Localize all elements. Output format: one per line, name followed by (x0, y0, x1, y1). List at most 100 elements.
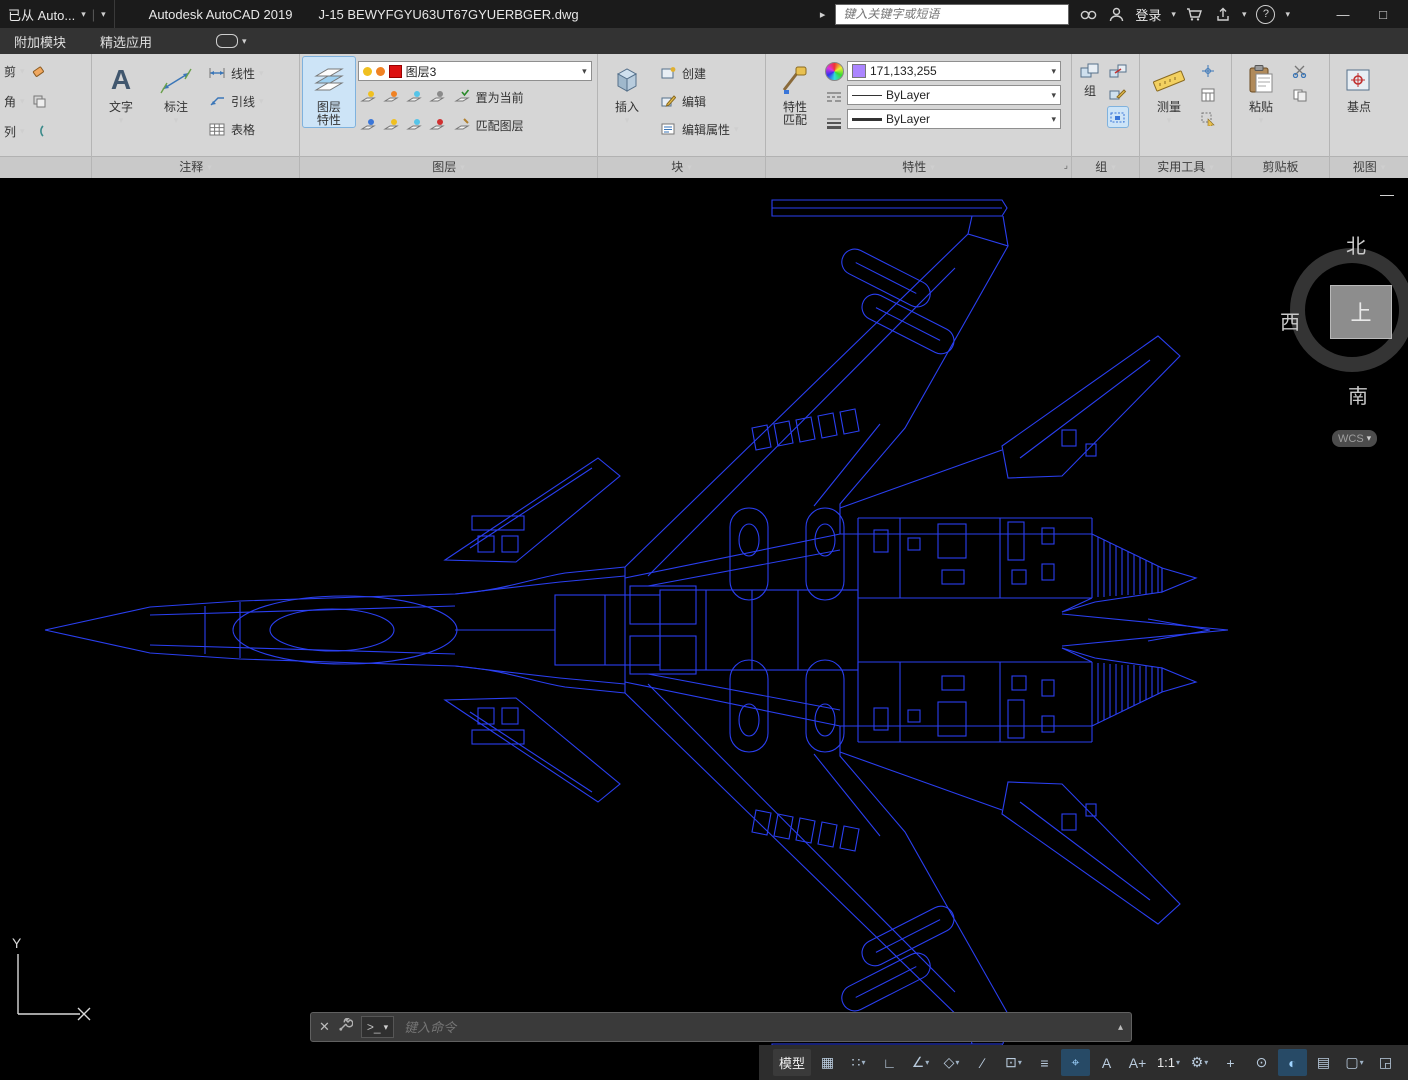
annotation-visibility-icon[interactable]: A (1092, 1049, 1121, 1076)
isodraft-icon[interactable]: ◇ ▾ (937, 1049, 966, 1076)
table-button[interactable]: 表格 (205, 117, 266, 141)
search-binoculars-icon[interactable] (1079, 5, 1097, 23)
leader-button[interactable]: 引线 ▾ (205, 89, 266, 113)
search-input[interactable] (841, 6, 1064, 22)
app-store-cart-icon[interactable] (1186, 5, 1204, 23)
panel-caption-clipboard[interactable]: 剪贴板 (1232, 156, 1329, 178)
lineweight-display-icon[interactable]: ≡ (1030, 1049, 1059, 1076)
layer-unlock-icon[interactable] (427, 115, 447, 135)
layer-thaw-all-icon[interactable] (404, 115, 424, 135)
login-button[interactable]: 登录 (1135, 5, 1161, 24)
share-caret-icon[interactable]: ▾ (1242, 9, 1247, 20)
viewcube-south-label[interactable]: 南 (1348, 380, 1368, 409)
minimize-button[interactable]: — (1328, 7, 1358, 22)
share-icon[interactable] (1214, 5, 1232, 23)
selection-cycling-icon[interactable]: ⌖ (1061, 1049, 1090, 1076)
object-snap-icon[interactable]: ⊡ ▾ (999, 1049, 1028, 1076)
snap-mode-icon[interactable]: ∷ ▾ (844, 1049, 873, 1076)
panel-caption-group[interactable]: 组 ▾ (1072, 156, 1139, 178)
command-line[interactable]: ✕ >_ ▾ ▴ (310, 1012, 1132, 1042)
object-snap-tracking-icon[interactable]: ∕ (968, 1049, 997, 1076)
dimension-button[interactable]: 标注 ▾ (150, 57, 202, 126)
help-search-box[interactable] (835, 3, 1070, 25)
erase-icon[interactable] (29, 61, 49, 81)
text-button[interactable]: A 文字 ▾ (95, 57, 147, 126)
block-edit-button[interactable]: 编辑 (656, 89, 741, 113)
layer-lock-icon[interactable] (427, 87, 447, 107)
qat-customize-caret-icon[interactable]: ▾ (101, 9, 106, 20)
wcs-menu[interactable]: WCS ▾ (1332, 430, 1378, 447)
lineweight-combo[interactable]: ByLayer ▾ (847, 109, 1061, 129)
layer-freeze-icon[interactable] (404, 87, 424, 107)
command-history-caret-icon[interactable]: ▴ (1118, 1022, 1123, 1033)
layer-properties-button[interactable]: 图层 特性 (302, 56, 356, 128)
panel-caption-utilities[interactable]: 实用工具 ▾ (1140, 156, 1231, 178)
chamfer-tool[interactable]: 角 ▾ (2, 87, 51, 115)
group-button[interactable]: 组 (1075, 57, 1105, 98)
quick-access-toolbar[interactable]: 已从 Auto... ▾ | ▾ (0, 0, 115, 28)
clean-screen-icon[interactable]: ◲ (1371, 1049, 1400, 1076)
object-color-combo[interactable]: 171,133,255 ▾ (847, 61, 1061, 81)
layer-isolate-icon[interactable] (381, 87, 401, 107)
match-layer-button[interactable]: 匹配图层 (450, 113, 526, 137)
arc-icon[interactable] (29, 121, 49, 141)
tab-addons[interactable]: 附加模块 (10, 30, 70, 53)
drawing-viewport[interactable]: — 北 西 南 上 WCS ▾ Y ✕ >_ ▾ 键入命令 ▴ (0, 178, 1408, 1080)
viewport-minimize-icon[interactable]: — (1380, 186, 1394, 202)
panel-caption-layers[interactable]: 图层 ▾ (300, 156, 597, 178)
command-customize-wrench-icon[interactable] (338, 1017, 354, 1037)
maximize-button[interactable]: □ (1368, 7, 1398, 22)
model-space-button[interactable]: 模型 (772, 1049, 811, 1076)
cut-icon[interactable] (1290, 61, 1310, 81)
set-current-button[interactable]: 置为当前 (450, 85, 526, 109)
ortho-mode-icon[interactable]: ∟ (875, 1049, 904, 1076)
caret-down-icon[interactable]: ▾ (81, 9, 86, 20)
isolate-objects-icon[interactable]: ⊙ (1247, 1049, 1276, 1076)
layer-select-combo[interactable]: 图层3 ▾ (357, 61, 592, 81)
group-edit-icon[interactable] (1108, 84, 1128, 104)
graphics-performance-icon[interactable]: ◐ (1278, 1049, 1307, 1076)
login-caret-icon[interactable]: ▾ (1171, 9, 1176, 20)
array-tool[interactable]: 列 ▾ (2, 117, 51, 145)
layer-unisolate-icon[interactable] (381, 115, 401, 135)
ui-lock-icon[interactable]: ▢ ▾ (1340, 1049, 1369, 1076)
panel-caption-block[interactable]: 块 ▾ (598, 156, 765, 178)
plot-icon[interactable]: ▤ (1309, 1049, 1338, 1076)
linetype-combo[interactable]: ByLayer ▾ (847, 85, 1061, 105)
linetype-list-icon[interactable] (824, 87, 844, 107)
annotation-monitor-icon[interactable]: + (1216, 1049, 1245, 1076)
quick-calc-icon[interactable] (1198, 85, 1218, 105)
auto-scale-icon[interactable]: A+ (1123, 1049, 1152, 1076)
id-point-icon[interactable] (1198, 61, 1218, 81)
viewcube-north-label[interactable]: 北 (1346, 230, 1366, 259)
chevron-right-icon[interactable]: ▸ (820, 8, 826, 21)
layer-off-icon[interactable] (358, 87, 378, 107)
trim-tool[interactable]: 剪 ▾ (2, 57, 51, 85)
command-prompt-button[interactable]: >_ ▾ (360, 1016, 395, 1038)
view-cube[interactable]: 北 西 南 上 WCS ▾ (1280, 208, 1408, 458)
group-selection-toggle-icon[interactable] (1107, 106, 1129, 128)
match-properties-button[interactable]: 特性 匹配 (769, 57, 821, 127)
ribbon-display-toggle[interactable]: ▾ (216, 34, 247, 48)
help-icon[interactable]: ? (1256, 4, 1276, 24)
viewcube-west-label[interactable]: 西 (1280, 306, 1300, 335)
properties-dialog-launcher-icon[interactable]: ⌟ (1064, 155, 1068, 176)
panel-caption-properties[interactable]: 特性 ▾ ⌟ (766, 156, 1071, 178)
edit-attributes-button[interactable]: 编辑属性 ▾ (656, 117, 741, 141)
insert-button[interactable]: 插入 ▾ (601, 57, 653, 126)
command-input[interactable] (402, 1018, 1110, 1036)
linear-dimension-button[interactable]: 线性 ▾ (205, 61, 266, 85)
viewcube-top-face[interactable]: 上 (1330, 285, 1392, 339)
annotation-scale-button[interactable]: 1:1 ▾ (1154, 1049, 1183, 1076)
tab-featured-apps[interactable]: 精选应用 (96, 30, 156, 53)
command-close-icon[interactable]: ✕ (319, 1019, 330, 1035)
measure-button[interactable]: 测量 ▾ (1143, 57, 1195, 126)
panel-caption-view[interactable]: 视图 ▾ (1330, 156, 1408, 178)
polar-tracking-icon[interactable]: ∠ ▾ (906, 1049, 935, 1076)
grid-toggle-icon[interactable]: ▦ (813, 1049, 842, 1076)
help-caret-icon[interactable]: ▾ (1285, 9, 1290, 20)
copy-clip-icon[interactable] (1290, 85, 1310, 105)
workspace-switch-icon[interactable]: ⚙ ▾ (1185, 1049, 1214, 1076)
paste-button[interactable]: 粘贴 ▾ (1235, 57, 1287, 126)
quick-select-icon[interactable] (1198, 109, 1218, 129)
